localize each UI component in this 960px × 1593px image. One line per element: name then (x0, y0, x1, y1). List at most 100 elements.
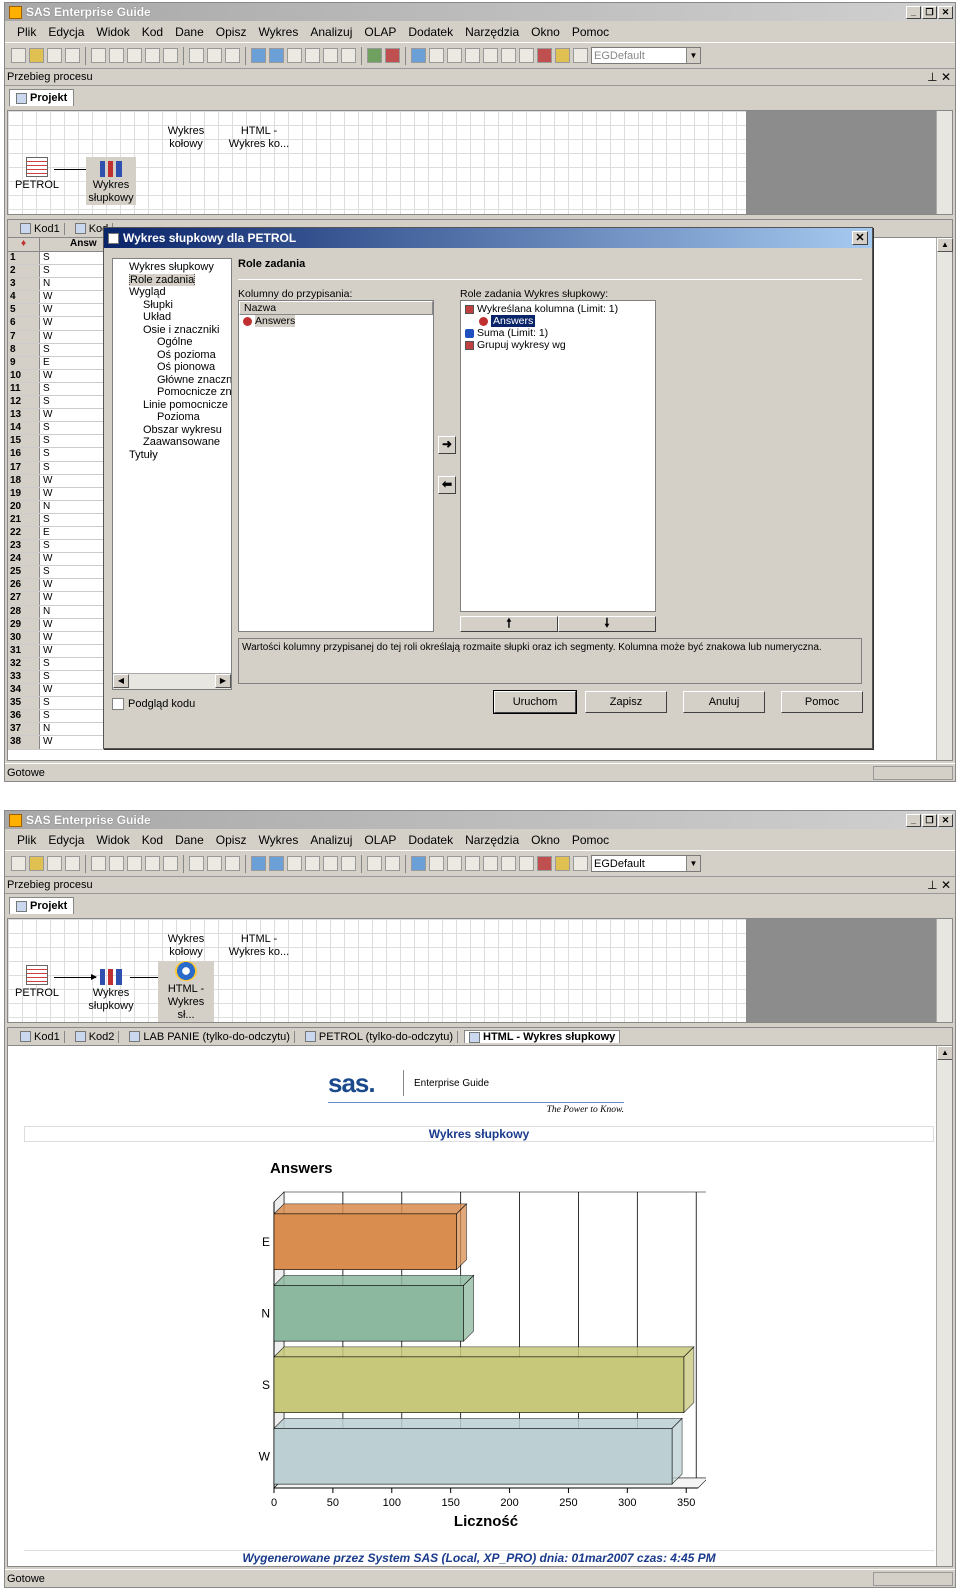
row-number[interactable]: 2 (8, 265, 40, 278)
table-cell[interactable]: W (40, 632, 52, 644)
filter-icon[interactable] (269, 48, 284, 63)
row-number[interactable]: 28 (8, 605, 40, 618)
save-button[interactable]: Zapisz (585, 691, 667, 713)
tree-item[interactable]: Wykres słupkowy (113, 261, 231, 274)
table-cell[interactable]: N (40, 606, 50, 618)
palette-icon[interactable] (537, 856, 552, 871)
columns-list[interactable]: Nazwa Answers (238, 300, 434, 632)
menu-olap[interactable]: OLAP (358, 833, 402, 847)
export-icon[interactable] (483, 48, 498, 63)
properties-icon[interactable] (519, 48, 534, 63)
cut-icon[interactable] (109, 48, 124, 63)
row-number[interactable]: 34 (8, 684, 40, 697)
help-icon[interactable] (555, 856, 570, 871)
dialog-close-button[interactable]: ✕ (852, 231, 868, 245)
assign-arrow-button[interactable]: ➜ (438, 436, 456, 454)
menu-analizuj[interactable]: Analizuj (304, 833, 358, 847)
menu-plik[interactable]: Plik (11, 833, 42, 847)
table-cell[interactable]: W (40, 370, 52, 382)
row-number[interactable]: 22 (8, 526, 40, 540)
table-cell[interactable]: W (40, 304, 52, 316)
menu-wykres[interactable]: Wykres (252, 833, 304, 847)
remove-arrow-button[interactable]: ⬅ (438, 476, 456, 494)
node-petrol[interactable]: PETROL (14, 965, 60, 1000)
restore-button[interactable]: ❐ (922, 813, 937, 827)
query-icon[interactable] (251, 48, 266, 63)
process-flow-canvas[interactable]: Wykres kołowy HTML - Wykres ko... PETROL… (7, 918, 953, 1023)
redo-icon[interactable] (207, 856, 222, 871)
tree-item[interactable]: Ogólne (113, 336, 231, 349)
move-down-button[interactable]: 🠗 (558, 616, 656, 632)
print-icon[interactable] (91, 48, 106, 63)
row-number[interactable]: 8 (8, 343, 40, 356)
row-number[interactable]: 15 (8, 435, 40, 448)
restore-button[interactable]: ❐ (922, 5, 937, 19)
table-cell[interactable]: S (40, 658, 50, 670)
cut-icon[interactable] (109, 856, 124, 871)
table-cell[interactable]: W (40, 592, 52, 604)
table-cell[interactable]: W (40, 645, 52, 657)
row-number[interactable]: 6 (8, 317, 40, 330)
stop-icon[interactable] (385, 856, 400, 871)
row-number[interactable]: 17 (8, 461, 40, 474)
server-icon[interactable] (465, 856, 480, 871)
role-plotted-column[interactable]: Wykreślana kolumna (Limit: 1) (461, 303, 655, 315)
printer-icon[interactable] (501, 856, 516, 871)
minimize-button[interactable]: _ (906, 5, 921, 19)
export-icon[interactable] (483, 856, 498, 871)
properties-icon[interactable] (519, 856, 534, 871)
table-icon[interactable] (305, 856, 320, 871)
column-item-answers[interactable]: Answers (239, 315, 433, 327)
row-number[interactable]: 29 (8, 618, 40, 631)
row-number[interactable]: 13 (8, 409, 40, 422)
table-cell[interactable]: S (40, 697, 50, 709)
node-petrol[interactable]: PETROL (14, 157, 60, 192)
undo-icon[interactable] (189, 856, 204, 871)
report-icon[interactable] (287, 856, 302, 871)
row-number[interactable]: 19 (8, 487, 40, 500)
table-cell[interactable]: W (40, 475, 52, 487)
tree-item[interactable]: Główne znaczni (113, 374, 231, 387)
paste-icon[interactable] (145, 48, 160, 63)
table-cell[interactable]: S (40, 710, 50, 722)
redo-icon[interactable] (207, 48, 222, 63)
help-icon[interactable] (555, 48, 570, 63)
row-number[interactable]: 9 (8, 356, 40, 369)
node-wykres-slupkowy[interactable]: Wykres słupkowy (86, 157, 136, 205)
role-group[interactable]: Grupuj wykresy wg (461, 339, 655, 351)
tab-projekt[interactable]: Projekt (9, 89, 75, 106)
row-number[interactable]: 25 (8, 566, 40, 579)
chevron-down-icon[interactable]: ▼ (686, 856, 700, 871)
scroll-up-icon[interactable]: ▲ (937, 238, 953, 252)
tree-item[interactable]: Linie pomocnicze (113, 399, 231, 412)
window-icon[interactable] (411, 856, 426, 871)
table-icon[interactable] (305, 48, 320, 63)
table-cell[interactable]: S (40, 252, 50, 264)
roles-tree[interactable]: Wykreślana kolumna (Limit: 1) Answers Su… (460, 300, 656, 612)
node-wykres-kolowy[interactable]: Wykres kołowy (158, 933, 214, 959)
menu-opisz[interactable]: Opisz (210, 833, 253, 847)
table-cell[interactable]: N (40, 501, 50, 513)
scroll-up-icon[interactable]: ▲ (937, 1046, 952, 1060)
row-number[interactable]: 3 (8, 278, 40, 291)
table-cell[interactable]: S (40, 435, 50, 447)
menu-pomoc[interactable]: Pomoc (566, 25, 615, 39)
table-cell[interactable]: W (40, 553, 52, 565)
close-button[interactable]: ✕ (938, 813, 953, 827)
menu-kod[interactable]: Kod (136, 833, 169, 847)
options-tree[interactable]: Wykres słupkowy Role zadania Wygląd Słup… (112, 258, 232, 690)
table-cell[interactable]: W (40, 684, 52, 696)
table-cell[interactable]: S (40, 566, 50, 578)
open-icon[interactable] (29, 48, 44, 63)
role-assigned-answers[interactable]: Answers (461, 315, 655, 327)
print-icon[interactable] (91, 856, 106, 871)
tree-item[interactable]: Oś pozioma (113, 349, 231, 362)
table-cell[interactable]: W (40, 317, 52, 329)
menu-dodatek[interactable]: Dodatek (402, 25, 459, 39)
flow-scrollbar[interactable] (936, 111, 952, 214)
table-cell[interactable]: E (40, 527, 50, 539)
tab-kod1[interactable]: Kod1 (16, 222, 65, 235)
style-icon[interactable] (573, 856, 588, 871)
paste-icon[interactable] (145, 856, 160, 871)
tree-item[interactable]: Pomocnicze zn (113, 386, 231, 399)
